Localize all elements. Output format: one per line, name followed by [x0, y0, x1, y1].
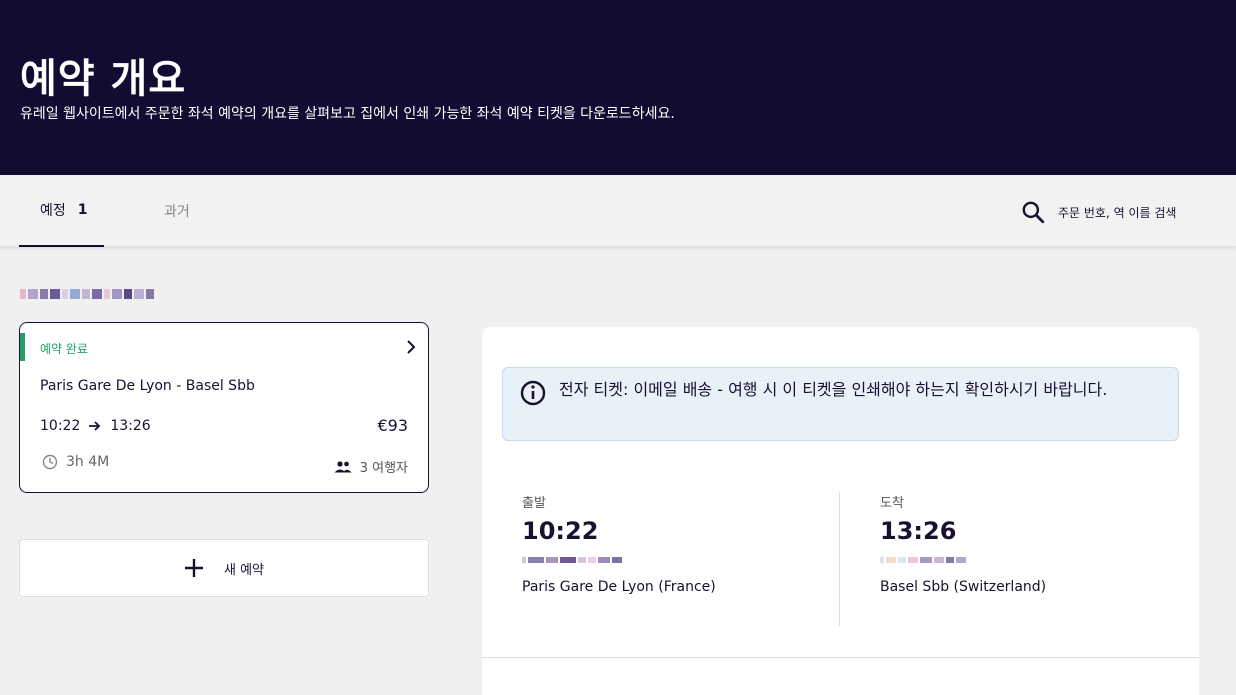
departure-station: Paris Gare De Lyon (France) — [522, 579, 716, 595]
e-ticket-info-text: 전자 티켓: 이메일 배송 - 여행 시 이 티켓을 인쇄해야 하는지 확인하시… — [559, 380, 1108, 399]
column-divider — [839, 492, 840, 626]
arrival-station: Basel Sbb (Switzerland) — [880, 579, 1047, 595]
departure-column: 출발 10:22 Paris Gare De Lyon (France) — [522, 492, 716, 595]
redacted-date-label — [20, 287, 160, 301]
booking-card[interactable]: 예약 완료 Paris Gare De Lyon - Basel Sbb 10:… — [19, 322, 429, 493]
page-header: 예약 개요 유레일 웹사이트에서 주문한 좌석 예약의 개요를 살펴보고 집에서… — [0, 0, 1236, 175]
departure-label: 출발 — [522, 496, 546, 511]
status-accent-bar — [20, 333, 25, 361]
booking-passengers-text: 3 여행자 — [359, 461, 408, 476]
tab-upcoming[interactable]: 예정 1 — [19, 175, 104, 247]
page-title: 예약 개요 — [20, 56, 187, 102]
e-ticket-info-banner: 전자 티켓: 이메일 배송 - 여행 시 이 티켓을 인쇄해야 하는지 확인하시… — [502, 367, 1179, 441]
chevron-right-icon — [407, 340, 416, 354]
arrival-time: 13:26 — [880, 517, 957, 545]
booking-route: Paris Gare De Lyon - Basel Sbb — [40, 378, 255, 394]
booking-times: 10:22 13:26 — [40, 418, 151, 434]
status-badge: 예약 완료 — [40, 342, 88, 356]
booking-duration: 3h 4M — [42, 454, 109, 470]
tab-past-label: 과거 — [164, 204, 190, 220]
redacted-departure-date — [522, 557, 716, 565]
booking-passengers: 3 여행자 — [334, 457, 408, 476]
plus-icon — [184, 559, 203, 577]
booking-price: €93 — [377, 416, 408, 435]
people-icon — [334, 460, 352, 472]
booking-duration-text: 3h 4M — [66, 454, 110, 470]
tab-past[interactable]: 과거 — [164, 175, 190, 247]
arrow-right-icon — [89, 421, 101, 431]
new-booking-button[interactable]: 새 예약 — [19, 539, 429, 597]
search-icon — [1022, 201, 1045, 224]
section-divider — [482, 657, 1199, 658]
booking-detail-panel: 전자 티켓: 이메일 배송 - 여행 시 이 티켓을 인쇄해야 하는지 확인하시… — [482, 327, 1199, 695]
search-label: 주문 번호, 역 이름 검색 — [1058, 205, 1177, 220]
search-button[interactable]: 주문 번호, 역 이름 검색 — [1020, 199, 1176, 225]
page-subtitle: 유레일 웹사이트에서 주문한 좌석 예약의 개요를 살펴보고 집에서 인쇄 가능… — [20, 106, 675, 122]
booking-departure-time: 10:22 — [40, 418, 81, 434]
arrival-label: 도착 — [880, 496, 904, 511]
tab-upcoming-label: 예정 — [40, 203, 66, 219]
arrival-column: 도착 13:26 Basel Sbb (Switzerland) — [880, 492, 1046, 595]
tab-upcoming-count: 1 — [77, 202, 88, 218]
tab-bar: 예정 1 과거 주문 번호, 역 이름 검색 — [0, 175, 1236, 247]
redacted-arrival-date — [880, 557, 1046, 565]
departure-time: 10:22 — [522, 517, 599, 545]
clock-icon — [42, 454, 58, 470]
booking-arrival-time: 13:26 — [110, 418, 151, 434]
new-booking-label: 새 예약 — [223, 562, 264, 578]
info-icon — [520, 380, 546, 406]
